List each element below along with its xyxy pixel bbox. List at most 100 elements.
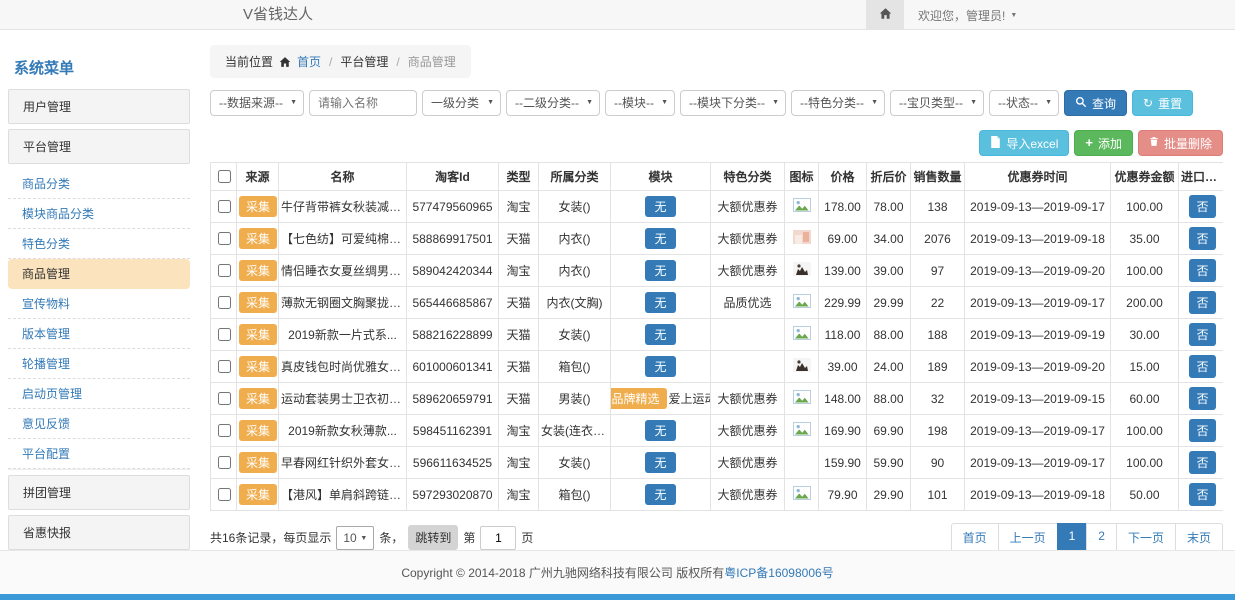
pagination-button[interactable]: 首页 — [951, 523, 999, 550]
coupon-amount-cell: 50.00 — [1111, 479, 1179, 511]
module-cell: 无 — [611, 319, 711, 351]
import-preferred-toggle-button[interactable]: 否 — [1189, 419, 1215, 442]
sidebar-sub-item[interactable]: 意见反馈 — [8, 409, 190, 439]
price-cell: 139.00 — [819, 255, 867, 287]
reset-button[interactable]: ↻重置 — [1132, 90, 1193, 116]
coupon-time-cell: 2019-09-13—2019-09-17 — [965, 191, 1111, 223]
sidebar-sub-item[interactable]: 特色分类 — [8, 229, 190, 259]
batch-delete-button[interactable]: 批量删除 — [1138, 130, 1223, 156]
import-preferred-toggle-button[interactable]: 否 — [1189, 323, 1215, 346]
product-name-cell: 2019新款一片式系... — [279, 319, 407, 351]
row-select-cell — [211, 383, 237, 415]
sidebar-group-item[interactable]: 平台管理 — [8, 129, 190, 164]
import-preferred-toggle-button[interactable]: 否 — [1189, 355, 1215, 378]
module-badge[interactable]: 无 — [645, 452, 675, 473]
sidebar-group-item[interactable]: 省惠快报 — [8, 515, 190, 550]
sidebar-group-item[interactable]: 拼团管理 — [8, 475, 190, 510]
sidebar-sub-item[interactable]: 模块商品分类 — [8, 199, 190, 229]
pagination-button[interactable]: 2 — [1086, 523, 1117, 550]
coupon-time-cell: 2019-09-13—2019-09-18 — [965, 223, 1111, 255]
row-checkbox[interactable] — [218, 488, 231, 501]
row-select-cell — [211, 255, 237, 287]
import-preferred-toggle-button[interactable]: 否 — [1189, 227, 1215, 250]
product-image-icon — [793, 425, 811, 439]
sidebar-group-item[interactable]: 用户管理 — [8, 89, 190, 124]
row-checkbox[interactable] — [218, 424, 231, 437]
import-preferred-toggle-button[interactable]: 否 — [1189, 451, 1215, 474]
module-subcategory-select[interactable]: --模块下分类-- — [680, 90, 786, 116]
row-checkbox[interactable] — [218, 200, 231, 213]
sidebar-sub-item[interactable]: 平台配置 — [8, 439, 190, 469]
module-badge[interactable]: 无 — [645, 324, 675, 345]
data-source-select[interactable]: --数据来源-- — [210, 90, 304, 116]
level2-category-select[interactable]: --二级分类-- — [506, 90, 600, 116]
module-select[interactable]: --模块-- — [605, 90, 675, 116]
pagination-button[interactable]: 下一页 — [1116, 523, 1176, 550]
price-cell: 169.90 — [819, 415, 867, 447]
row-checkbox[interactable] — [218, 392, 231, 405]
sidebar-sub-item[interactable]: 商品分类 — [8, 169, 190, 199]
breadcrumb-separator: / — [327, 55, 334, 69]
row-checkbox[interactable] — [218, 232, 231, 245]
sidebar-sub-item[interactable]: 商品管理 — [8, 259, 190, 289]
module-badge[interactable]: 品牌精选 — [611, 388, 667, 409]
per-page-select[interactable]: 10 — [336, 526, 374, 550]
module-badge[interactable]: 无 — [645, 228, 675, 249]
import-preferred-toggle-button[interactable]: 否 — [1189, 483, 1215, 506]
select-all-checkbox[interactable] — [218, 170, 231, 183]
column-header: 销售数量 — [911, 163, 965, 191]
home-button[interactable] — [866, 0, 904, 30]
feature-category-select[interactable]: --特色分类-- — [791, 90, 885, 116]
column-header: 来源 — [237, 163, 279, 191]
table-row: 采集情侣睡衣女夏丝绸男士...589042420344淘宝内衣()无大额优惠券1… — [211, 255, 1224, 287]
page-number-input[interactable] — [480, 526, 516, 550]
import-preferred-toggle-button[interactable]: 否 — [1189, 259, 1215, 282]
row-checkbox[interactable] — [218, 456, 231, 469]
sales-cell: 22 — [911, 287, 965, 319]
source-badge: 采集 — [239, 452, 277, 473]
import-preferred-toggle-button-cell: 否 — [1179, 415, 1224, 447]
module-badge[interactable]: 无 — [645, 292, 675, 313]
sidebar-sub-item[interactable]: 启动页管理 — [8, 379, 190, 409]
icp-link[interactable]: 粤ICP备16098006号 — [724, 566, 833, 580]
row-select-cell — [211, 415, 237, 447]
icon-cell — [785, 287, 819, 319]
module-badge[interactable]: 无 — [645, 484, 675, 505]
pagination-button[interactable]: 末页 — [1175, 523, 1223, 550]
name-search-input[interactable] — [309, 90, 417, 116]
sidebar-sub-item[interactable]: 轮播管理 — [8, 349, 190, 379]
level1-category-select[interactable]: 一级分类 — [422, 90, 501, 116]
category-cell: 内衣() — [539, 255, 611, 287]
pagination-button[interactable]: 1 — [1057, 523, 1088, 550]
module-badge[interactable]: 无 — [645, 420, 675, 441]
import-preferred-toggle-button[interactable]: 否 — [1189, 387, 1215, 410]
module-badge[interactable]: 无 — [645, 260, 675, 281]
plus-icon: + — [1085, 136, 1093, 150]
product-type-select[interactable]: --宝贝类型-- — [890, 90, 984, 116]
import-excel-button[interactable]: 导入excel — [979, 130, 1069, 156]
type-cell: 淘宝 — [499, 191, 539, 223]
pagination-button[interactable]: 上一页 — [998, 523, 1058, 550]
product-image-icon — [793, 489, 811, 503]
add-button[interactable]: +添加 — [1074, 130, 1133, 156]
sidebar-sub-item[interactable]: 版本管理 — [8, 319, 190, 349]
sidebar-sub-item[interactable]: 宣传物料 — [8, 289, 190, 319]
module-badge[interactable]: 无 — [645, 356, 675, 377]
row-checkbox[interactable] — [218, 328, 231, 341]
search-button[interactable]: 查询 — [1064, 90, 1127, 116]
import-preferred-toggle-button[interactable]: 否 — [1189, 291, 1215, 314]
module-badge[interactable]: 无 — [645, 196, 675, 217]
breadcrumb-home-link[interactable]: 首页 — [297, 53, 321, 70]
category-cell: 女装() — [539, 319, 611, 351]
row-checkbox[interactable] — [218, 264, 231, 277]
jump-to-button[interactable]: 跳转到 — [408, 525, 458, 550]
column-header: 类型 — [499, 163, 539, 191]
row-checkbox[interactable] — [218, 360, 231, 373]
module-cell: 无 — [611, 479, 711, 511]
discount-price-cell: 88.00 — [867, 319, 911, 351]
import-preferred-toggle-button[interactable]: 否 — [1189, 195, 1215, 218]
status-select[interactable]: --状态-- — [989, 90, 1059, 116]
user-menu[interactable]: 欢迎您，管理员! ▼ — [918, 7, 1017, 24]
breadcrumb-level1: 平台管理 — [340, 53, 388, 70]
row-checkbox[interactable] — [218, 296, 231, 309]
